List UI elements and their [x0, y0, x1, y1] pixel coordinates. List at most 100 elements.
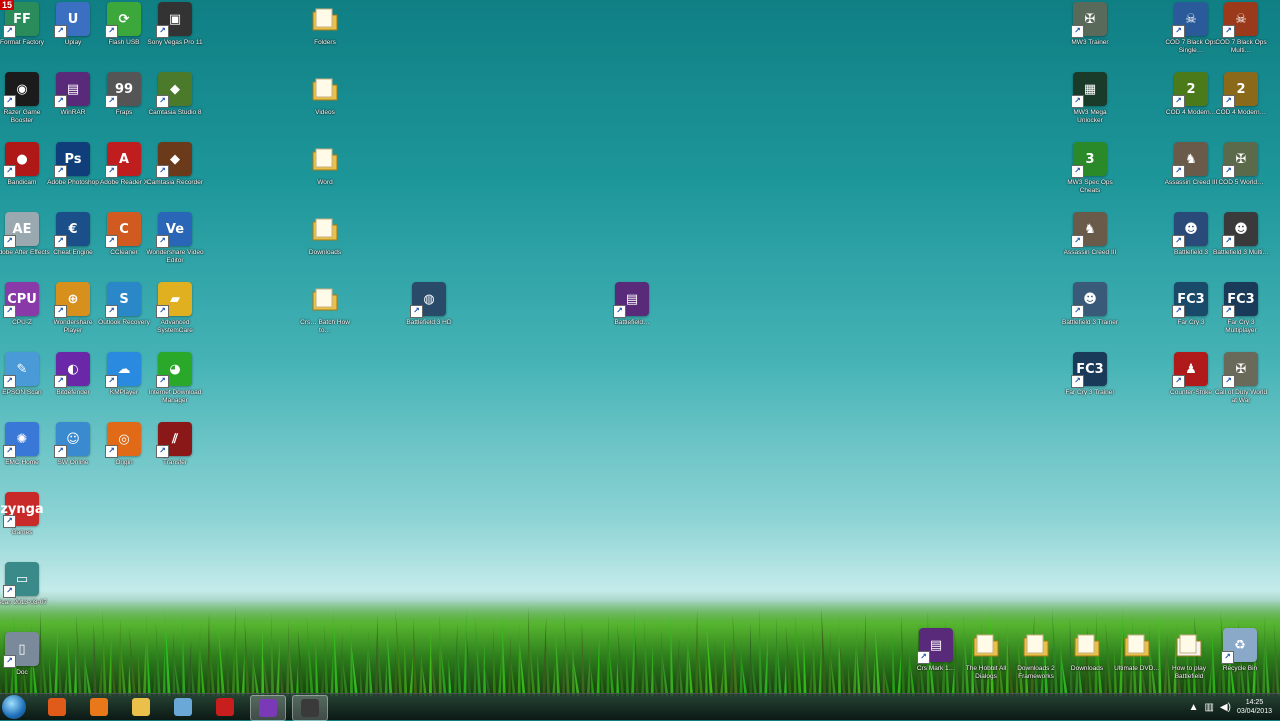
icon-glyph: ♞ [1084, 221, 1096, 237]
icon-glyph: U [67, 11, 79, 27]
desktop-icon-folders[interactable]: Folders [299, 2, 351, 68]
desktop-icon-crs-batch-how-to[interactable]: Crs… Batch How to… [299, 282, 351, 348]
desktop-icon-flash-usb[interactable]: ⟳ ↗ Flash USB [98, 2, 150, 68]
icon-glyph: ▤ [66, 81, 80, 97]
desktop-icon-camtasia-studio-8[interactable]: ◆ ↗ Camtasia Studio 8 [148, 72, 202, 138]
desktop-icon-cheat-engine[interactable]: € ↗ Cheat Engine [47, 212, 99, 278]
desktop-icon-mw3-trainer[interactable]: ✠ ↗ MW3 Trainer [1064, 2, 1116, 68]
desktop-icon-outlook-recovery[interactable]: S ↗ Outlook Recovery [98, 282, 150, 348]
desktop-icon-epson-scan[interactable]: ✎ ↗ EPSON Scan [0, 352, 48, 418]
icon-glyph: 2 [1186, 81, 1196, 97]
desktop-icon-downloads[interactable]: Downloads [1061, 628, 1113, 694]
taskbar-chrome-button[interactable] [40, 695, 74, 719]
desktop-icon-mw3-spec-ops-cheats[interactable]: 3 ↗ MW3 Spec Ops Cheats [1064, 142, 1116, 208]
desktop-icon-winrar[interactable]: ▤ ↗ WinRAR [47, 72, 99, 138]
desktop-icon-how-to-play-battlefield[interactable]: How to play Battlefield [1163, 628, 1215, 694]
desktop-icon-videos[interactable]: Videos [299, 72, 351, 138]
firefox-icon [90, 698, 108, 716]
desktop-icon-cod-4-modern[interactable]: 2 ↗ COD 4 Modern… [1165, 72, 1217, 138]
desktop-icon-far-cry-3[interactable]: FC3 ↗ Far Cry 3 [1165, 282, 1217, 348]
taskbar-explorer-button[interactable] [124, 695, 158, 719]
desktop-icon-wondershare-video-editor[interactable]: Ve ↗ Wondershare Video Editor [146, 212, 204, 278]
desktop-icon-adobe-photoshop[interactable]: Ps ↗ Adobe Photoshop [47, 142, 99, 208]
desktop-icon-recycle-bin[interactable]: ♻ ↗ Recycle Bin [1214, 628, 1266, 694]
clock[interactable]: 14:25 03/04/2013 [1237, 698, 1272, 716]
folder-icon [308, 282, 342, 316]
start-button[interactable] [2, 695, 26, 719]
desktop-icon-bitdefender[interactable]: ◐ ↗ Bitdefender [47, 352, 99, 418]
app-shortcut-icon: ▭ ↗ [3, 562, 39, 598]
desktop-icon-cpu-z[interactable]: CPU ↗ CPU-Z [0, 282, 48, 348]
desktop-icon-cod-7-black-ops-single[interactable]: ☠ ↗ COD 7 Black Ops Single… [1165, 2, 1217, 68]
desktop-icon-origin[interactable]: ◎ ↗ Origin [98, 422, 150, 488]
folder-icon [308, 72, 342, 106]
icon-glyph: ◕ [169, 361, 181, 377]
desktop-icon-call-of-duty-world-at-war[interactable]: ✠ ↗ Call of Duty World at War [1215, 352, 1267, 418]
desktop-icon-crs-mark-1[interactable]: ▤ ↗ Crs Mark 1… [910, 628, 962, 694]
desktop-icon-razer-game-booster[interactable]: ◉ ↗ Razer Game Booster [0, 72, 48, 138]
desktop-icon-far-cry-3-multiplayer[interactable]: FC3 ↗ Far Cry 3 Multiplayer [1215, 282, 1267, 348]
app-shortcut-icon: ◉ ↗ [3, 72, 39, 108]
folder-icon [1120, 628, 1154, 662]
desktop-icon-label: Cheat Engine [53, 249, 93, 256]
shortcut-arrow-icon: ↗ [3, 25, 16, 38]
taskbar-control-panel-button[interactable] [166, 695, 200, 719]
desktop-icon-word[interactable]: Word [299, 142, 351, 208]
shortcut-arrow-icon: ↗ [156, 375, 169, 388]
desktop-icon-far-cry-3-trainer[interactable]: FC3 ↗ Far Cry 3 Trainer [1064, 352, 1116, 418]
desktop-icon-camtasia-recorder[interactable]: ◆ ↗ Camtasia Recorder [147, 142, 203, 208]
desktop-icon-bandicam[interactable]: ● ↗ Bandicam [0, 142, 48, 208]
desktop-icon-format-factory[interactable]: FF ↗ Format Factory [0, 2, 48, 68]
desktop-icon-downloads-2-frameworks[interactable]: Downloads 2 Frameworks [1010, 628, 1062, 694]
desktop-icon-mw3-mega-unlocker[interactable]: ▦ ↗ MW3 Mega Unlocker [1064, 72, 1116, 138]
taskbar-vegas-button[interactable] [292, 695, 328, 721]
desktop-icon-games[interactable]: zynga ↗ Games [0, 492, 48, 558]
icon-glyph: 2 [1236, 81, 1246, 97]
desktop-icon-label: Recycle Bin [1222, 665, 1258, 672]
desktop-icon-cod-7-black-ops-multi[interactable]: ☠ ↗ COD 7 Black Ops Multi… [1215, 2, 1267, 68]
desktop-icon-downloads[interactable]: Downloads [299, 212, 351, 278]
app-shortcut-icon: ⫽ ↗ [156, 422, 192, 458]
app-shortcut-icon: ◍ ↗ [410, 282, 446, 318]
desktop-icon-counter-strike[interactable]: ♟ ↗ Counter-Strike [1165, 352, 1217, 418]
desktop-icon-label: Battlefield… [614, 319, 650, 326]
desktop-icon-adobe-after-effects[interactable]: AE↗Adobe After Effects [0, 212, 50, 278]
desktop-icon-scan-2013-03-07[interactable]: ▭ ↗ Scan 2013-03-07 [0, 562, 48, 628]
desktop-icon-label: Adobe Photoshop [47, 179, 99, 186]
taskbar-bitdefender-button[interactable] [250, 695, 286, 721]
app-shortcut-icon: U ↗ [54, 2, 90, 38]
desktop-icon-internet-download-manager[interactable]: ◕ ↗ Internet Download Manager [149, 352, 201, 418]
desktop-icon-adobe-reader-x[interactable]: A ↗ Adobe Reader X [98, 142, 150, 208]
desktop-icon-ccleaner[interactable]: C ↗ CCleaner [98, 212, 150, 278]
desktop-icon-wondershare-player[interactable]: ⊕ ↗ Wondershare Player [47, 282, 99, 348]
desktop-icon-the-hobbit-all-dialogs[interactable]: The Hobbit All Dialogs [960, 628, 1012, 694]
desktop-icon-battlefield-3[interactable]: ☻ ↗ Battlefield 3 [1165, 212, 1217, 278]
volume-icon[interactable]: ◀) [1220, 702, 1231, 713]
desktop-icon-cod-4-modern[interactable]: 2 ↗ COD 4 Modern… [1215, 72, 1267, 138]
desktop-icon-battlefield-3-trainer[interactable]: ☻ ↗ Battlefield 3 Trainer [1062, 282, 1118, 348]
desktop-icon-battlefield-3-multi[interactable]: ☻ ↗ Battlefield 3 Multi… [1213, 212, 1269, 278]
desktop-icon-advanced-systemcare[interactable]: ▰ ↗ Advanced SystemCare [149, 282, 201, 348]
desktop-icon-transfer[interactable]: ⫽ ↗ Transfer [149, 422, 201, 488]
desktop-icon-cod-5-world[interactable]: ✠ ↗ COD 5 World… [1215, 142, 1267, 208]
taskbar-firefox-button[interactable] [82, 695, 116, 719]
icon-glyph: ◆ [170, 151, 180, 167]
desktop-icon-label: Internet Download Manager [148, 389, 202, 404]
desktop-icon-assassin-creed-iii[interactable]: ♞ ↗ Assassin Creed III [1064, 212, 1116, 278]
taskbar-adobe-reader-button[interactable] [208, 695, 242, 719]
shortcut-arrow-icon: ↗ [3, 445, 16, 458]
desktop-icon-uplay[interactable]: U ↗ Uplay [47, 2, 99, 68]
desktop-icon-assassin-creed-iii[interactable]: ♞ ↗ Assassin Creed III [1165, 142, 1217, 208]
desktop-icon-doc[interactable]: ▯ ↗ Doc [0, 632, 48, 698]
network-icon[interactable]: ▥ [1204, 702, 1213, 713]
desktop-icon-sony-vegas-pro-11[interactable]: ▣ ↗ Sony Vegas Pro 11 [147, 2, 203, 68]
show-hidden-icons-icon[interactable]: ▲ [1189, 702, 1199, 713]
desktop-icon-kmplayer[interactable]: ☁ ↗ KMPlayer [98, 352, 150, 418]
desktop-icon-fraps[interactable]: 99 ↗ Fraps [98, 72, 150, 138]
desktop-icon-sw-online[interactable]: ☺ ↗ SW Online [47, 422, 99, 488]
desktop-icon-emc-home[interactable]: ✺ ↗ EMC Home [0, 422, 48, 488]
desktop-icon-battlefield-3-hd[interactable]: ◍ ↗ Battlefield 3 HD [403, 282, 455, 348]
desktop-icon-battlefield[interactable]: ▤ ↗ Battlefield… [606, 282, 658, 348]
desktop-icon-ultimate-dvd[interactable]: Ultimate DVD… [1111, 628, 1163, 694]
icon-glyph: ☻ [1083, 291, 1097, 307]
